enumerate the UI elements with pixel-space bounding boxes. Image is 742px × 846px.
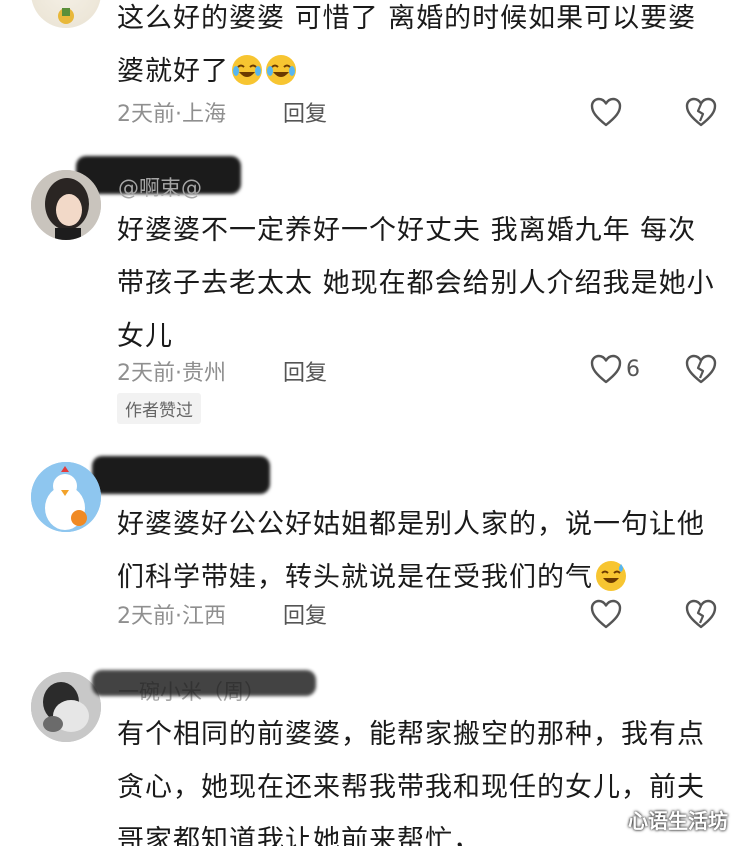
heart-icon <box>590 354 622 384</box>
avatar-image <box>31 672 101 742</box>
comment-meta: 2天前·江西 回复 <box>117 598 327 630</box>
comment-text: 这么好的婆婆 可惜了 离婚的时候如果可以要婆婆就好了 <box>117 3 697 87</box>
watermark: 心语生活坊 <box>628 809 728 833</box>
like-button[interactable] <box>590 92 660 132</box>
heart-icon <box>590 599 622 629</box>
reply-button[interactable]: 回复 <box>283 598 327 630</box>
comment-text: 好婆婆好公公好姑姐都是别人家的，说一句让他们科学带娃，转头就说是在受我们的气 <box>117 509 705 593</box>
avatar-image <box>31 462 101 532</box>
broken-heart-icon <box>685 354 717 384</box>
sweat-smile-emoji-icon <box>596 561 626 591</box>
laugh-cry-emoji-icon <box>266 55 296 85</box>
comment-time-location: 2天前·贵州 <box>117 361 226 386</box>
like-button[interactable] <box>590 594 660 634</box>
like-count: 6 <box>626 356 640 382</box>
reply-button[interactable]: 回复 <box>283 96 327 128</box>
dislike-button[interactable] <box>683 594 719 634</box>
avatar[interactable] <box>31 0 101 28</box>
username[interactable]: @啊束@ <box>118 172 202 202</box>
avatar[interactable] <box>31 462 101 532</box>
reply-button[interactable]: 回复 <box>283 355 327 387</box>
like-button[interactable]: 6 <box>590 349 660 389</box>
username-redaction <box>92 670 316 696</box>
broken-heart-icon <box>685 599 717 629</box>
comment-meta: 2天前·贵州 回复 <box>117 355 327 387</box>
comment-time-location: 2天前·上海 <box>117 102 226 127</box>
heart-icon <box>590 97 622 127</box>
comment-text: 好婆婆不一定养好一个好丈夫 我离婚九年 每次带孩子去老太太 她现在都会给别人介绍… <box>117 215 715 352</box>
avatar-image <box>31 170 101 240</box>
author-liked-badge: 作者赞过 <box>117 393 201 424</box>
avatar[interactable] <box>31 672 101 742</box>
dislike-button[interactable] <box>683 92 719 132</box>
comment-meta: 2天前·上海 回复 <box>117 96 327 128</box>
avatar[interactable] <box>31 170 101 240</box>
broken-heart-icon <box>685 97 717 127</box>
username-redaction <box>92 456 270 494</box>
comment-time-location: 2天前·江西 <box>117 604 226 629</box>
laugh-cry-emoji-icon <box>232 55 262 85</box>
dislike-button[interactable] <box>683 349 719 389</box>
avatar-image <box>58 8 74 24</box>
